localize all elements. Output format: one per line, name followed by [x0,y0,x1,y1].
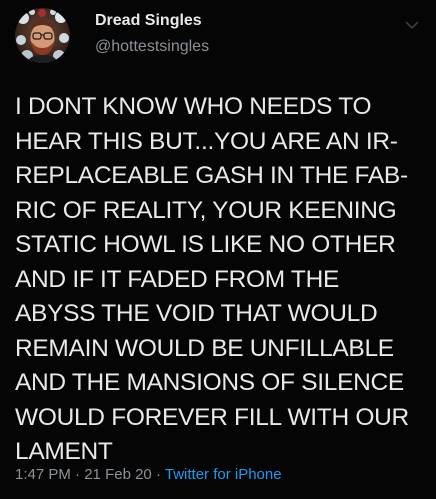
tweet-card: Dread Singles @hottestsingles I DONT KNO… [0,0,436,499]
author-handle[interactable]: @hottestsingles [95,38,209,56]
tweet-meta: 1:47 PM · 21 Feb 20 · Twitter for iPhone [15,466,282,483]
tweet-time[interactable]: 1:47 PM [15,466,71,483]
meta-separator: · [75,466,81,483]
chevron-down-icon[interactable] [404,18,420,30]
avatar-photo-icon [15,8,70,63]
tweet-source-link[interactable]: Twitter for iPhone [165,466,282,483]
tweet-date[interactable]: 21 Feb 20 [84,466,152,483]
tweet-text: I DONT KNOW WHO NEEDS TO HEAR THIS BUT..… [15,93,409,465]
meta-separator: · [155,466,161,483]
author-display-name[interactable]: Dread Singles [95,12,202,30]
avatar[interactable] [15,8,70,63]
